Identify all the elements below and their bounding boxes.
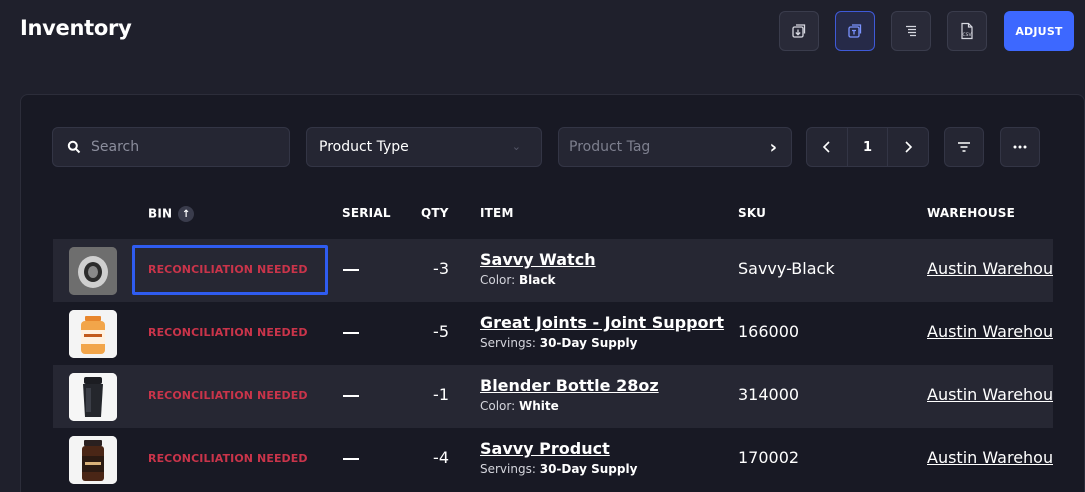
sku-value: 170002 [738, 448, 800, 467]
filter-icon [958, 142, 970, 152]
serial-empty [343, 269, 359, 271]
inventory-panel: Search Product Type ⌄ Product Tag › 1 BI… [20, 94, 1085, 492]
product-tag-input[interactable]: Product Tag › [558, 127, 792, 167]
serial-empty [343, 332, 359, 334]
search-placeholder: Search [91, 139, 140, 155]
warehouse-link[interactable]: Austin Warehouse [927, 385, 1053, 404]
sku-value: Savvy-Black [738, 259, 835, 278]
attribute-label: Color: [480, 273, 516, 287]
more-options-button[interactable] [1000, 127, 1040, 167]
next-page-button[interactable] [888, 128, 928, 166]
attribute-value: 30-Day Supply [539, 462, 638, 476]
attribute-label: Servings: [480, 462, 536, 476]
warehouse-link[interactable]: Austin Warehouse [927, 259, 1053, 278]
csv-file-icon: CSV [961, 22, 973, 40]
serial-empty [343, 395, 359, 397]
attribute-value: White [519, 399, 559, 413]
copy-icon [848, 24, 862, 38]
column-header-sku[interactable]: SKU [738, 206, 766, 220]
item-link[interactable]: Savvy Watch [480, 250, 596, 269]
qty-value: -4 [433, 448, 449, 467]
more-icon [1013, 145, 1027, 149]
copy-button[interactable] [835, 11, 875, 51]
sku-value: 166000 [738, 322, 800, 341]
adjust-button[interactable]: ADJUST [1004, 11, 1074, 51]
attribute-value: Black [519, 273, 556, 287]
item-link[interactable]: Savvy Product [480, 439, 610, 458]
product-thumbnail [69, 373, 117, 421]
chevron-right-icon [905, 141, 913, 153]
attribute-label: Color: [480, 399, 516, 413]
tree-list-icon [906, 25, 916, 37]
search-input[interactable]: Search [52, 127, 290, 167]
tree-list-button[interactable] [891, 11, 931, 51]
bin-status: RECONCILIATION NEEDED [148, 389, 308, 402]
svg-text:CSV: CSV [962, 32, 972, 38]
column-header-bin[interactable]: BIN ↑ [148, 206, 195, 222]
product-thumbnail [69, 310, 117, 358]
table-row[interactable]: RECONCILIATION NEEDED -1 Blender Bottle … [53, 365, 1053, 428]
product-type-select[interactable]: Product Type ⌄ [306, 127, 542, 167]
warehouse-link[interactable]: Austin Warehouse [927, 448, 1053, 467]
column-header-qty[interactable]: QTY [421, 206, 449, 220]
import-button[interactable] [779, 11, 819, 51]
table-row[interactable]: RECONCILIATION NEEDED -4 Savvy Product S… [53, 428, 1053, 491]
qty-value: -5 [433, 322, 449, 341]
sku-value: 314000 [738, 385, 800, 404]
sort-ascending-icon[interactable]: ↑ [178, 206, 195, 222]
product-tag-placeholder: Product Tag [569, 139, 651, 155]
column-header-serial[interactable]: SERIAL [342, 206, 391, 220]
bin-status: RECONCILIATION NEEDED [148, 263, 308, 276]
item-attribute: Color: Black [480, 273, 555, 287]
qty-value: -1 [433, 385, 449, 404]
chevron-left-icon [822, 141, 830, 153]
bin-status: RECONCILIATION NEEDED [148, 452, 308, 465]
item-link[interactable]: Blender Bottle 28oz [480, 376, 659, 395]
warehouse-link[interactable]: Austin Warehouse [927, 322, 1053, 341]
table-row[interactable]: RECONCILIATION NEEDED -3 Savvy Watch Col… [53, 239, 1053, 302]
item-link[interactable]: Great Joints - Joint Support [480, 313, 724, 332]
product-thumbnail [69, 247, 117, 295]
csv-export-button[interactable]: CSV [947, 11, 987, 51]
attribute-value: 30-Day Supply [539, 336, 638, 350]
pagination: 1 [806, 127, 929, 167]
bin-status: RECONCILIATION NEEDED [148, 326, 308, 339]
item-attribute: Color: White [480, 399, 559, 413]
filter-button[interactable] [944, 127, 984, 167]
attribute-label: Servings: [480, 336, 536, 350]
page-number: 1 [846, 128, 889, 166]
import-icon [792, 24, 806, 38]
column-header-bin-label: BIN [148, 206, 173, 221]
search-icon [67, 140, 81, 154]
serial-empty [343, 458, 359, 460]
chevron-right-icon[interactable]: › [770, 137, 777, 158]
item-attribute: Servings: 30-Day Supply [480, 336, 637, 350]
page-title: Inventory [20, 16, 132, 40]
qty-value: -3 [433, 259, 449, 278]
chevron-down-icon: ⌄ [511, 140, 521, 153]
product-type-label: Product Type [319, 139, 409, 155]
table-row[interactable]: RECONCILIATION NEEDED -5 Great Joints - … [53, 302, 1053, 365]
column-header-warehouse[interactable]: WAREHOUSE [927, 206, 1015, 220]
item-attribute: Servings: 30-Day Supply [480, 462, 637, 476]
product-thumbnail [69, 436, 117, 484]
column-header-item[interactable]: ITEM [480, 206, 514, 220]
previous-page-button[interactable] [807, 128, 847, 166]
